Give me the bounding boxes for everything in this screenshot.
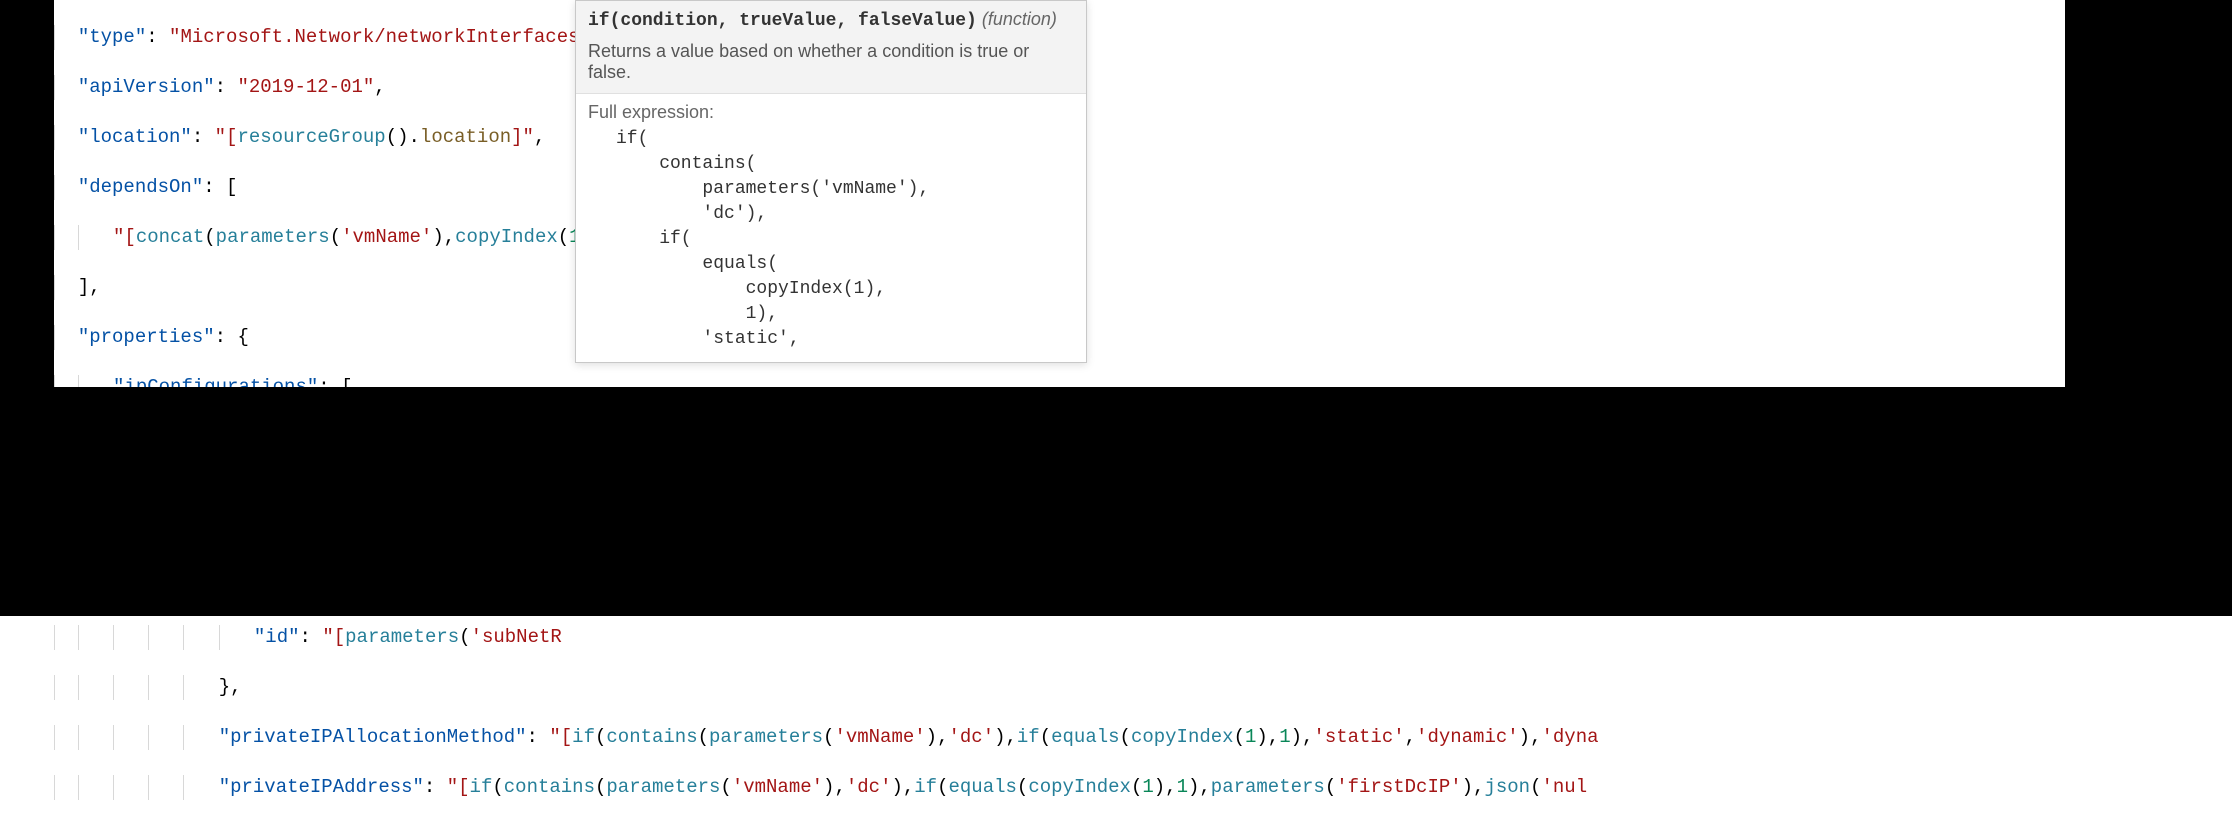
function-name: if [572,726,595,748]
left-black-margin [0,0,54,387]
function-name: parameters [606,776,720,798]
json-string: "Microsoft.Network/networkInterfaces" [169,26,591,48]
string-arg: 'dynamic' [1416,726,1519,748]
bottom-black-bar [0,387,2232,616]
function-name: concat [136,226,204,248]
json-key: "location" [78,126,192,148]
string-arg: 'dyna [1541,726,1598,748]
string-arg: 'vmName' [834,726,925,748]
code-line[interactable]: "type": "Microsoft.Network/networkInterf… [54,25,2232,50]
json-key: "apiVersion" [78,76,215,98]
function-name: if [914,776,937,798]
code-line[interactable]: "id": "[parameters('subNetR [54,625,2232,650]
function-name: copyIndex [1028,776,1131,798]
json-key: "privateIPAllocationMethod" [219,726,527,748]
function-name: json [1484,776,1530,798]
string-arg: 'nul [1541,776,1587,798]
function-name: parameters [216,226,330,248]
function-name: if [470,776,493,798]
number: 1 [1177,776,1188,798]
function-name: resourceGroup [237,126,385,148]
tooltip-expression-label: Full expression: [588,102,1074,123]
string-arg: 'static' [1313,726,1404,748]
expr-bracket: ]" [511,126,534,148]
json-key: "id" [254,626,300,648]
tooltip-expression: if( contains( parameters('vmName'), 'dc'… [588,127,1074,352]
function-name: parameters [345,626,459,648]
expr-bracket: "[ [215,126,238,148]
code-line[interactable]: "location": "[resourceGroup().location]"… [54,125,2232,150]
json-key: "dependsOn" [78,176,203,198]
tooltip-body: Full expression: if( contains( parameter… [576,94,1086,362]
code-line[interactable]: "dependsOn": [ [54,175,2232,200]
function-name: copyIndex [455,226,558,248]
code-line[interactable]: "properties": { [54,325,2232,350]
code-line[interactable]: }, [54,675,2232,700]
tooltip-header: if(condition, trueValue, falseValue) (fu… [576,1,1086,94]
string-arg: 'dc' [948,726,994,748]
number: 1 [1142,776,1153,798]
right-black-margin [2065,0,2232,387]
function-name: equals [1051,726,1119,748]
function-name: contains [606,726,697,748]
property: location [420,126,511,148]
string-arg: 'subNetR [471,626,562,648]
function-name: parameters [709,726,823,748]
code-line[interactable]: "apiVersion": "2019-12-01", [54,75,2232,100]
number: 1 [1245,726,1256,748]
expr-bracket: "[ [113,226,136,248]
json-key: "properties" [78,326,215,348]
expr-bracket: "[ [447,776,470,798]
json-key: "privateIPAddress" [219,776,424,798]
tooltip-description: Returns a value based on whether a condi… [588,31,1074,89]
function-name: contains [504,776,595,798]
string-arg: 'firstDcIP' [1336,776,1461,798]
expr-bracket: "[ [322,626,345,648]
function-name: copyIndex [1131,726,1234,748]
json-string: "2019-12-01" [237,76,374,98]
hover-tooltip: if(condition, trueValue, falseValue) (fu… [575,0,1087,363]
tooltip-type-label: (function) [982,9,1057,29]
code-line[interactable]: "privateIPAddress": "[if(contains(parame… [54,775,2232,800]
string-arg: 'vmName' [341,226,432,248]
expr-bracket: "[ [549,726,572,748]
code-line[interactable]: "privateIPAllocationMethod": "[if(contai… [54,725,2232,750]
code-line[interactable]: "[concat(parameters('vmName'),copyIndex(… [54,225,2232,250]
json-key: "type" [78,26,146,48]
tooltip-signature: if(condition, trueValue, falseValue) [588,11,977,31]
string-arg: 'dc' [846,776,892,798]
number: 1 [1279,726,1290,748]
code-line[interactable]: ], [54,275,2232,300]
function-name: if [1017,726,1040,748]
function-name: parameters [1211,776,1325,798]
string-arg: 'vmName' [732,776,823,798]
function-name: equals [949,776,1017,798]
